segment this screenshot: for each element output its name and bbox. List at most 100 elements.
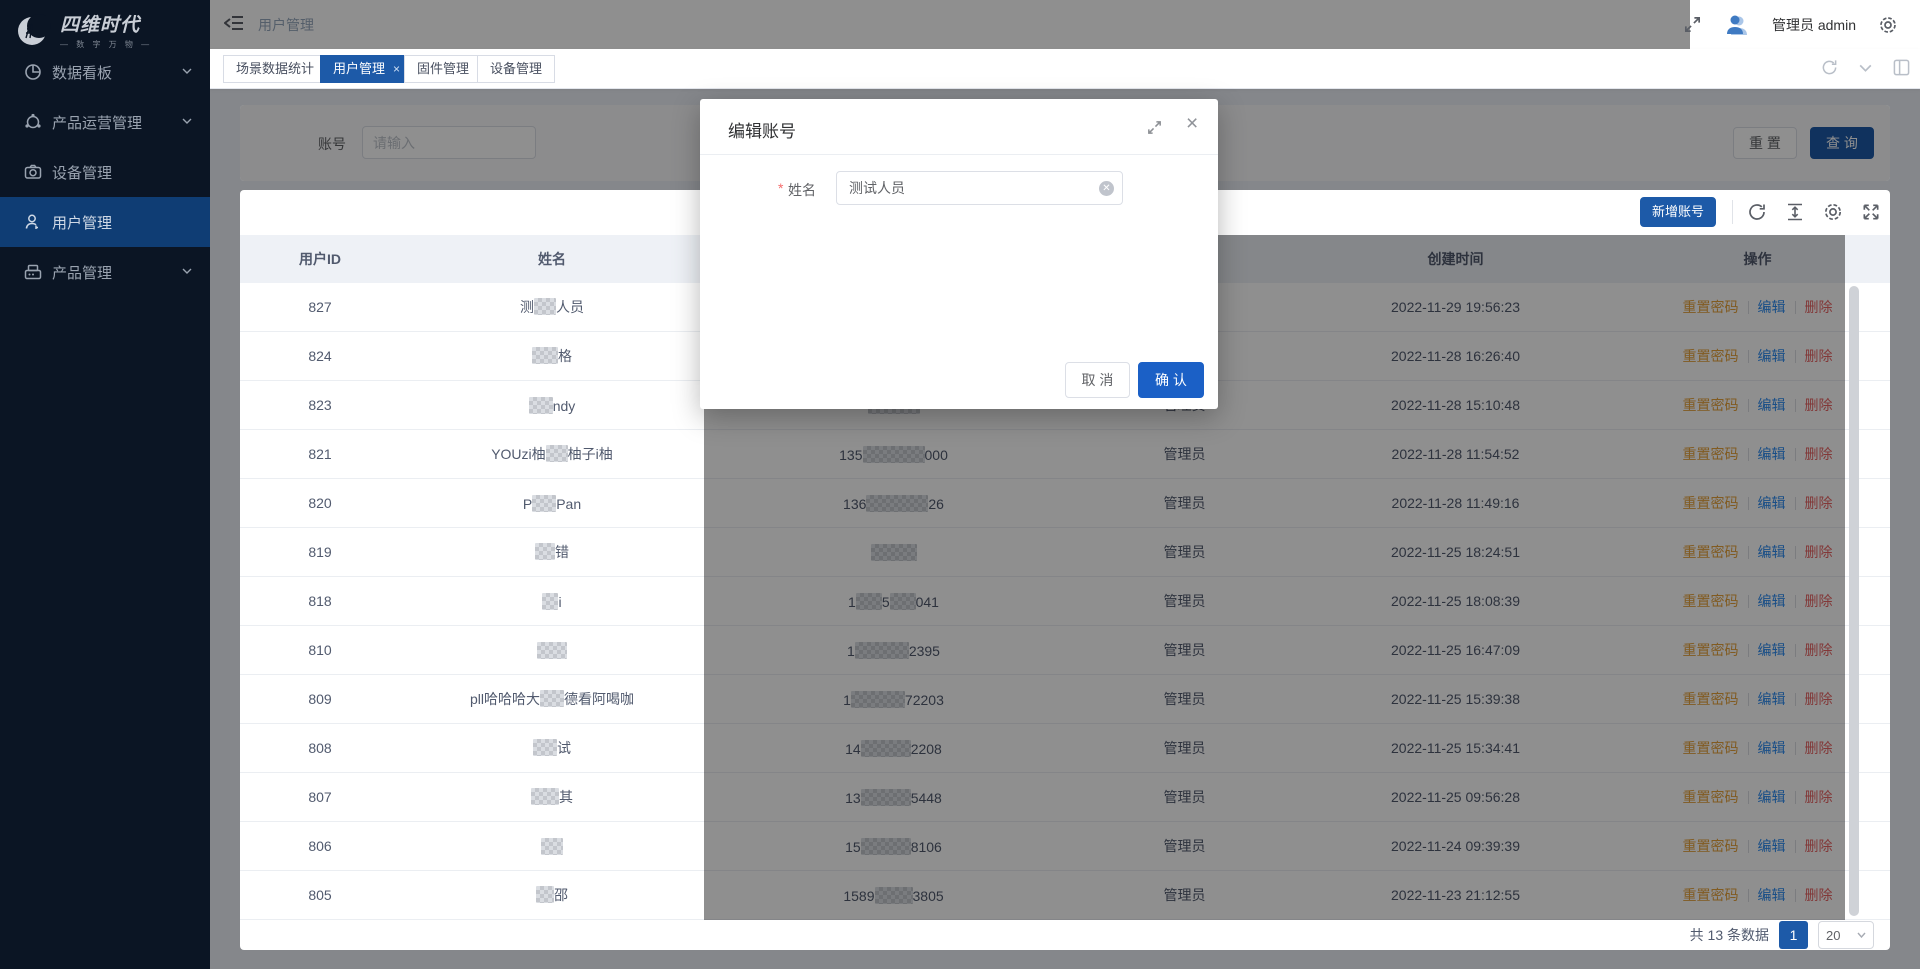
cell-name: PPan [400, 495, 704, 512]
required-asterisk: * [778, 180, 783, 196]
scrollbar-thumb[interactable] [1849, 286, 1859, 916]
sidebar-item-users[interactable]: 用户管理 [0, 197, 210, 247]
cell-name: 邵 [400, 885, 704, 905]
sidebar-item-label: 产品管理 [52, 262, 112, 283]
toolbar-divider [1732, 200, 1733, 224]
dialog-expand-icon[interactable] [1146, 119, 1163, 136]
cell-user-id: 806 [240, 838, 400, 854]
cell-name: YOUzi柚 柚子i柚 [400, 444, 704, 464]
redacted-blur [540, 690, 564, 707]
refresh-icon[interactable] [1747, 202, 1767, 222]
gear-icon[interactable] [1878, 15, 1898, 35]
sidebar-menu: 数据看板 产品运营管理 设备管理 [0, 47, 210, 297]
clear-input-icon[interactable]: ✕ [1099, 181, 1114, 196]
sidebar-item-operations[interactable]: 产品运营管理 [0, 97, 210, 147]
redacted-blur [536, 886, 554, 903]
cell-user-id: 820 [240, 495, 400, 511]
name-field-label: 姓名 [788, 180, 816, 200]
tab-firmware[interactable]: 固件管理 [404, 55, 482, 83]
logo-icon [16, 11, 52, 49]
expand-fullscreen-icon[interactable] [1861, 202, 1881, 222]
chevron-down-icon [1857, 932, 1866, 938]
cell-name: i [400, 593, 704, 610]
redacted-blur [535, 543, 555, 560]
redacted-blur [529, 397, 553, 414]
cell-user-id: 819 [240, 544, 400, 560]
app-screen: 四维时代 — 数 字 万 物 — 数据看板 产品运营管理 [0, 0, 1920, 969]
tab-close-icon[interactable]: × [393, 62, 400, 76]
cell-user-id: 827 [240, 299, 400, 315]
redacted-blur [532, 347, 558, 364]
cell-name [400, 838, 704, 855]
camera-icon [24, 163, 42, 181]
redacted-blur [533, 739, 557, 756]
edit-account-dialog: 编辑账号 × * 姓名 ✕ 取 消 确 认 [700, 99, 1218, 409]
name-input[interactable] [836, 171, 1123, 205]
tabs-controls [1821, 59, 1910, 76]
cell-text: 德看阿喝咖 [564, 691, 634, 707]
cell-text: 人员 [556, 299, 584, 315]
dialog-title: 编辑账号 [728, 117, 796, 142]
cell-user-id: 823 [240, 397, 400, 413]
tab-user-management[interactable]: 用户管理× [320, 55, 413, 83]
settings-icon[interactable] [1823, 202, 1843, 222]
chevron-down-icon [182, 118, 192, 124]
cell-text: 测 [520, 299, 534, 315]
tab-scene-stats[interactable]: 场景数据统计 [223, 55, 327, 83]
fullscreen-icon[interactable] [1683, 15, 1702, 34]
header-right: 管理员 admin [1683, 0, 1920, 49]
tab-label: 场景数据统计 [236, 61, 314, 76]
cell-user-id: 824 [240, 348, 400, 364]
tab-label: 固件管理 [417, 61, 469, 76]
page-size-select[interactable]: 20 [1818, 921, 1874, 949]
page-size-value: 20 [1826, 928, 1840, 943]
brand-name: 四维时代 [60, 10, 152, 37]
redacted-blur [532, 495, 556, 512]
chevron-down-icon[interactable] [1859, 59, 1872, 76]
confirm-button[interactable]: 确 认 [1138, 362, 1204, 398]
cell-text: P [523, 496, 532, 512]
cell-name: 其 [400, 787, 704, 807]
redacted-blur [542, 593, 558, 610]
sidebar-item-products[interactable]: 产品管理 [0, 247, 210, 297]
cell-text: YOUzi柚 [491, 446, 545, 462]
cell-text: 格 [558, 348, 572, 364]
cell-user-id: 805 [240, 887, 400, 903]
sidebar-item-label: 产品运营管理 [52, 112, 142, 133]
layout-panel-icon[interactable] [1893, 59, 1910, 76]
total-count-label: 共 13 条数据 [1690, 925, 1769, 945]
user-icon [24, 213, 42, 231]
cell-text: 其 [559, 789, 573, 805]
tab-device[interactable]: 设备管理 [477, 55, 555, 83]
page-number-button[interactable]: 1 [1779, 921, 1808, 949]
chevron-down-icon [182, 268, 192, 274]
cancel-button[interactable]: 取 消 [1065, 362, 1130, 398]
cell-text: 柚子i柚 [568, 446, 613, 462]
sidebar: 四维时代 — 数 字 万 物 — 数据看板 产品运营管理 [0, 0, 210, 969]
row-density-icon[interactable] [1785, 202, 1805, 222]
sidebar-item-devices[interactable]: 设备管理 [0, 147, 210, 197]
chevron-down-icon [182, 68, 192, 74]
sidebar-item-dashboard[interactable]: 数据看板 [0, 47, 210, 97]
user-avatar-icon[interactable] [1724, 13, 1750, 37]
cell-user-id: 808 [240, 740, 400, 756]
cell-name: ndy [400, 397, 704, 414]
cell-name: 试 [400, 738, 704, 758]
cell-name [400, 642, 704, 659]
add-account-button[interactable]: 新增账号 [1640, 197, 1716, 227]
cell-name: pll哈哈哈大 德看阿喝咖 [400, 689, 704, 709]
close-icon[interactable]: × [1186, 113, 1198, 134]
sidebar-item-label: 设备管理 [52, 162, 112, 183]
cell-text: i [558, 594, 561, 610]
dim-region-header [210, 0, 1690, 49]
current-user-label[interactable]: 管理员 admin [1772, 15, 1856, 35]
tab-label: 设备管理 [490, 61, 542, 76]
cell-text: pll哈哈哈大 [470, 691, 540, 707]
refresh-icon[interactable] [1821, 59, 1838, 76]
cell-user-id: 809 [240, 691, 400, 707]
cell-name: 测 人员 [400, 297, 704, 317]
redacted-blur [541, 838, 563, 855]
cell-text: ndy [553, 398, 576, 414]
dashboard-icon [24, 63, 42, 81]
cell-text: 错 [555, 544, 569, 560]
